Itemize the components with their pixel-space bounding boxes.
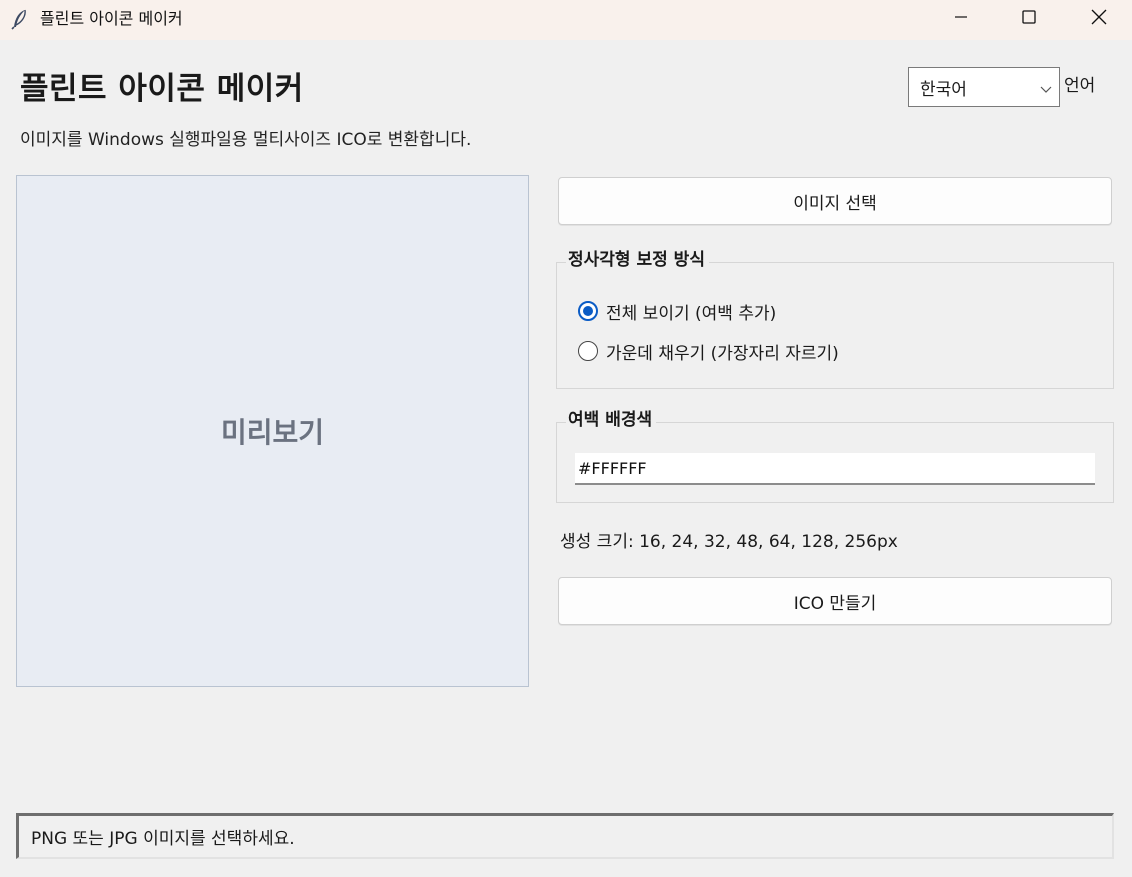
feather-icon xyxy=(9,8,31,30)
preview-area: 미리보기 xyxy=(16,175,529,687)
radio-fit-label: 전체 보이기 (여백 추가) xyxy=(606,303,777,324)
close-button[interactable] xyxy=(1064,0,1132,38)
chevron-down-icon xyxy=(1039,81,1053,95)
minimize-button[interactable] xyxy=(926,0,996,38)
radio-fit-indicator[interactable] xyxy=(578,301,598,321)
radio-fill-indicator[interactable] xyxy=(578,341,598,361)
status-message: PNG 또는 JPG 이미지를 선택하세요. xyxy=(31,829,295,849)
maximize-button[interactable] xyxy=(994,0,1064,38)
close-icon xyxy=(1090,8,1108,30)
page-title: 플린트 아이콘 메이커 xyxy=(20,71,304,107)
minimize-icon xyxy=(953,9,969,29)
radio-fit-option[interactable]: 전체 보이기 (여백 추가) xyxy=(578,299,777,324)
square-mode-group xyxy=(556,262,1114,389)
language-select-value: 한국어 xyxy=(920,79,967,100)
language-label: 언어 xyxy=(1064,76,1096,96)
preview-placeholder: 미리보기 xyxy=(220,416,325,449)
background-color-group-title: 여백 배경색 xyxy=(566,409,657,431)
page-subtitle: 이미지를 Windows 실행파일용 멀티사이즈 ICO로 변환합니다. xyxy=(20,130,472,150)
background-color-input[interactable] xyxy=(575,453,1095,485)
output-sizes-text: 생성 크기: 16, 24, 32, 48, 64, 128, 256px xyxy=(560,532,898,552)
language-select[interactable]: 한국어 xyxy=(908,67,1060,107)
radio-fill-option[interactable]: 가운데 채우기 (가장자리 자르기) xyxy=(578,339,839,364)
status-bar: PNG 또는 JPG 이미지를 선택하세요. xyxy=(16,813,1114,859)
select-image-button[interactable]: 이미지 선택 xyxy=(558,177,1112,225)
square-mode-group-title: 정사각형 보정 방식 xyxy=(566,249,709,271)
radio-fill-label: 가운데 채우기 (가장자리 자르기) xyxy=(606,343,839,364)
maximize-icon xyxy=(1021,9,1037,29)
make-ico-button[interactable]: ICO 만들기 xyxy=(558,577,1112,625)
window-title: 플린트 아이콘 메이커 xyxy=(40,9,183,28)
title-bar: 플린트 아이콘 메이커 xyxy=(0,0,1132,40)
app-window: 플린트 아이콘 메이커 플린트 아이콘 메이커 이미지를 Windows 실행파… xyxy=(0,0,1132,877)
